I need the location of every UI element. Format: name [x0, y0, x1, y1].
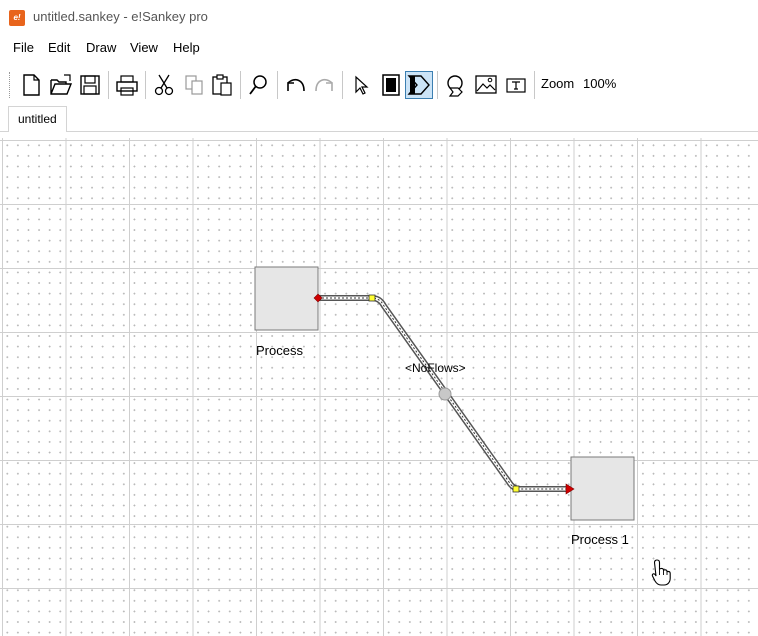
entry-exit-icon — [447, 75, 463, 97]
flow-label: <NoFlows> — [405, 361, 466, 375]
redo-button[interactable] — [310, 71, 338, 99]
zoom-value-field[interactable]: 100% — [583, 76, 616, 91]
toolbar: Zoom 100% — [0, 62, 758, 106]
toolbar-separator — [108, 71, 109, 99]
app-logo-icon: e! — [9, 10, 25, 26]
zoom-label: Zoom — [541, 76, 575, 91]
hand-cursor-icon — [651, 559, 671, 586]
process-node[interactable] — [570, 456, 635, 521]
menu-bar: File Edit Draw View Help — [0, 34, 758, 62]
menu-edit[interactable]: Edit — [48, 40, 70, 55]
search-icon — [249, 75, 267, 95]
document-tab-strip: untitled — [0, 106, 758, 132]
entry-exit-tool-button[interactable] — [442, 71, 470, 99]
select-tool-button[interactable] — [347, 71, 375, 99]
new-document-icon — [23, 74, 40, 96]
search-button[interactable] — [245, 71, 273, 99]
toolbar-separator — [240, 71, 241, 99]
process-label: Process — [256, 343, 303, 358]
paste-button[interactable] — [208, 71, 236, 99]
undo-icon — [287, 78, 305, 92]
save-button[interactable] — [76, 71, 104, 99]
open-button[interactable] — [46, 71, 74, 99]
menu-draw[interactable]: Draw — [86, 40, 116, 55]
diagram-svg — [254, 266, 671, 586]
flow-arrow-icon — [407, 75, 430, 95]
print-button[interactable] — [113, 71, 141, 99]
flow-bend-handle[interactable] — [512, 485, 520, 493]
undo-button[interactable] — [282, 71, 310, 99]
open-folder-icon — [50, 74, 73, 95]
toolbar-grip[interactable] — [9, 72, 11, 98]
window-title: untitled.sankey - e!Sankey pro — [33, 9, 208, 24]
paste-icon — [212, 74, 232, 96]
cut-button[interactable] — [150, 71, 178, 99]
process-label: Process 1 — [571, 532, 629, 547]
new-document-button[interactable] — [17, 71, 45, 99]
diagram-canvas[interactable]: Process <NoFlows> Process 1 — [0, 138, 758, 636]
toolbar-separator — [437, 71, 438, 99]
flow-midpoint-handle[interactable] — [438, 387, 452, 401]
image-tool-button[interactable] — [472, 71, 500, 99]
process-tool-button[interactable] — [377, 71, 405, 99]
toolbar-separator — [145, 71, 146, 99]
save-icon — [80, 75, 100, 95]
flow-tool-button[interactable] — [405, 71, 433, 99]
text-box-icon — [506, 78, 526, 93]
menu-file[interactable]: File — [13, 40, 34, 55]
toolbar-separator — [277, 71, 278, 99]
cut-icon — [154, 74, 174, 96]
menu-help[interactable]: Help — [173, 40, 200, 55]
image-icon — [475, 75, 497, 94]
print-icon — [116, 75, 138, 96]
text-tool-button[interactable] — [502, 71, 530, 99]
pointer-icon — [355, 75, 369, 95]
redo-icon — [315, 78, 333, 92]
toolbar-separator — [342, 71, 343, 99]
copy-button[interactable] — [180, 71, 208, 99]
copy-icon — [185, 75, 203, 95]
flow-bend-handle[interactable] — [368, 294, 376, 302]
title-bar: e! untitled.sankey - e!Sankey pro — [0, 0, 758, 34]
process-node[interactable] — [254, 266, 319, 331]
tab-untitled[interactable]: untitled — [8, 106, 67, 132]
menu-view[interactable]: View — [130, 40, 158, 55]
toolbar-separator — [534, 71, 535, 99]
process-node-icon — [382, 74, 400, 96]
